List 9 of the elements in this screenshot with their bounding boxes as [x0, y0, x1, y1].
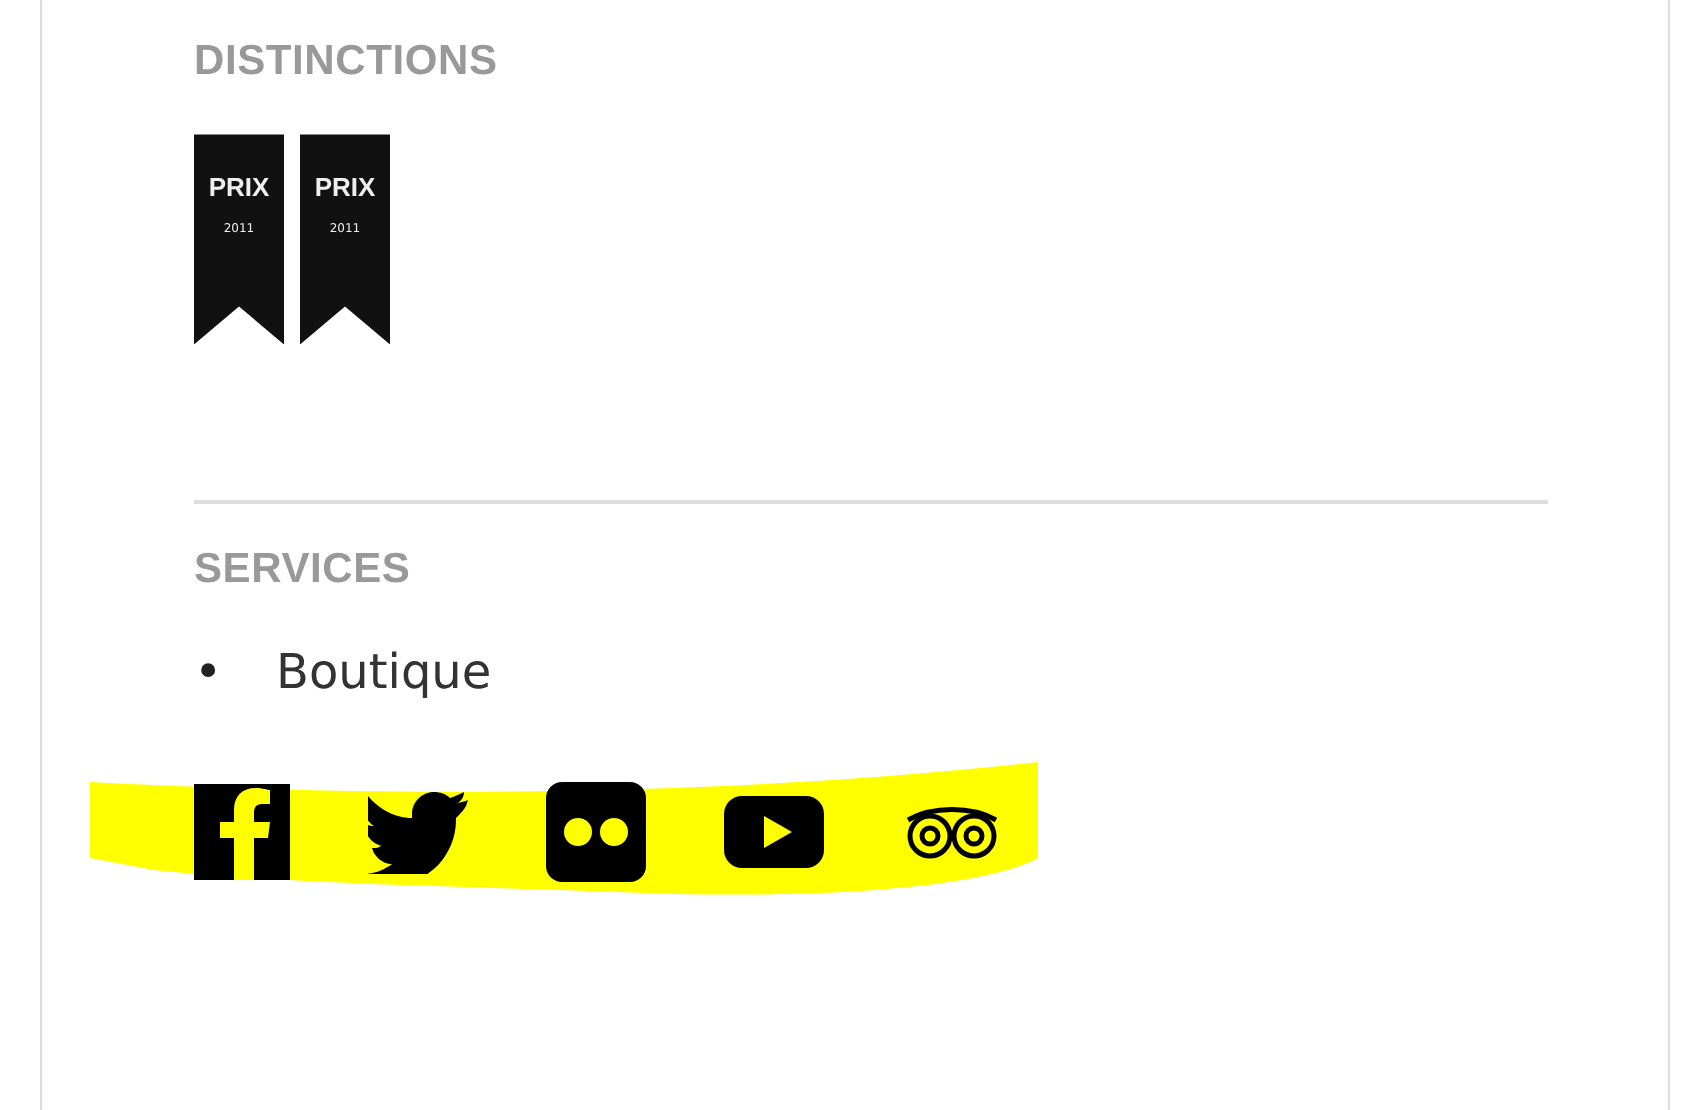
section-title: DISTINCTIONS — [194, 36, 500, 87]
owl-eyes-icon[interactable] — [902, 803, 1002, 860]
letter-f-icon[interactable] — [194, 783, 290, 880]
bullet-mark: • — [194, 642, 225, 705]
play-icon[interactable] — [724, 795, 824, 868]
service-item: Boutique — [276, 642, 492, 705]
bird-icon[interactable] — [368, 789, 468, 874]
section-title: SERVICES — [194, 544, 413, 595]
two-dots-icon[interactable] — [546, 781, 646, 882]
